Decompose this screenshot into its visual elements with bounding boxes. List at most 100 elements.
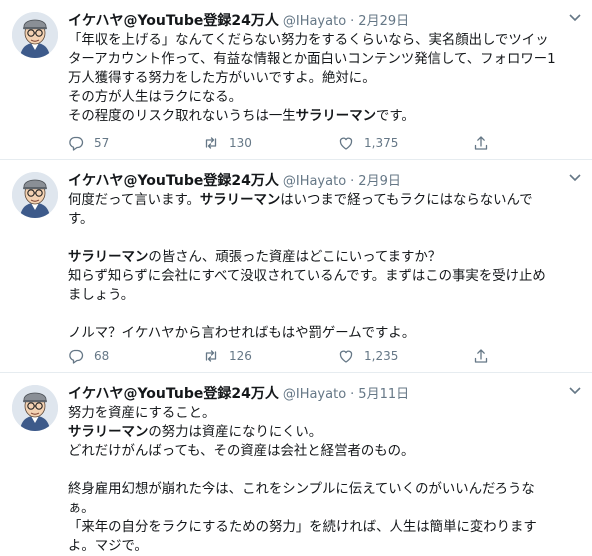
tweet-text: 何度だって言います。サラリーマンはいつまで経ってもラクにはならないんで す。 サラリ… bbox=[68, 191, 580, 343]
tweet-text-line: サラリーマンの努力は資産になりにくい。 bbox=[68, 423, 580, 442]
retweet-count: 130 bbox=[229, 136, 252, 150]
text-segment: よ。マジで。 bbox=[68, 539, 148, 554]
tweet-text-line: ましょう。 bbox=[68, 286, 580, 305]
like-count: 1,235 bbox=[364, 349, 399, 363]
tweet-date[interactable]: 2月29日 bbox=[358, 10, 409, 29]
tweet-text-line: ターアカウント作って、有益な情報とか面白いコンテンツ発信して、フォロワー1 bbox=[68, 50, 580, 69]
text-segment: 終身雇用幻想が崩れた今は、これをシンプルに伝えていくのがいいんだろうな bbox=[68, 482, 535, 497]
text-segment: その方が人生はラクになる。 bbox=[68, 90, 243, 105]
text-segment: の皆さん、頑張った資産はどこにいってますか？ bbox=[148, 250, 442, 265]
tweet-text-line: 努力を資産にすること。 bbox=[68, 404, 580, 423]
tweet-text-line: その程度のリスク取れないうちは一生サラリーマンです。 bbox=[68, 107, 580, 126]
chevron-down-icon[interactable] bbox=[568, 172, 582, 182]
avatar-illustration bbox=[12, 12, 58, 58]
tweet-text-line: 何度だって言います。サラリーマンはいつまで経ってもラクにはならないんで bbox=[68, 191, 580, 210]
author-name[interactable]: イケハヤ@YouTube登録24万人 bbox=[68, 383, 279, 403]
like-button[interactable]: 1,235 bbox=[338, 348, 473, 364]
text-segment: の努力は資産になりにくい。 bbox=[148, 425, 323, 440]
text-segment: はいつまで経ってもラクにはならないんで bbox=[280, 193, 533, 208]
retweet-count: 126 bbox=[229, 349, 252, 363]
text-segment: 「年収を上げる」なんてくだらない努力をするくらいなら、実名顔出しでツイッ bbox=[68, 33, 549, 48]
reply-count: 68 bbox=[94, 349, 110, 363]
share-icon bbox=[474, 349, 488, 363]
share-button[interactable] bbox=[473, 135, 499, 151]
separator-dot: · bbox=[350, 387, 355, 402]
tweet[interactable]: イケハヤ@YouTube登録24万人 @IHayato · 2月9日 何度だって… bbox=[0, 160, 592, 373]
tweet-date[interactable]: 2月9日 bbox=[358, 170, 401, 189]
retweet-icon bbox=[205, 137, 217, 149]
retweet-button[interactable]: 130 bbox=[203, 135, 338, 151]
tweet-text-line bbox=[68, 461, 580, 480]
avatar-illustration bbox=[12, 385, 58, 431]
author-handle[interactable]: @IHayato bbox=[283, 387, 346, 402]
reply-button[interactable]: 57 bbox=[68, 135, 203, 151]
tweet-text-line: よ。マジで。 bbox=[68, 537, 580, 556]
tweet-text-line: ぁ。 bbox=[68, 499, 580, 518]
text-segment: 万人獲得する努力をした方がいいですよ。絶対に。 bbox=[68, 71, 376, 86]
separator-dot: · bbox=[350, 14, 355, 29]
tweet-text-line: どれだけがんばっても、その資産は会社と経営者のもの。 bbox=[68, 442, 580, 461]
share-icon bbox=[474, 136, 488, 150]
highlighted-keyword: サラリーマン bbox=[68, 250, 149, 265]
text-segment: ぁ。 bbox=[68, 501, 95, 516]
retweet-button[interactable]: 126 bbox=[203, 348, 338, 364]
text-segment: 何度だって言います。 bbox=[68, 193, 200, 208]
text-segment: ノルマ？イケハヤから言わせればもはや罰ゲームですよ。 bbox=[68, 326, 416, 341]
reply-button[interactable]: 68 bbox=[68, 348, 203, 364]
text-segment: です。 bbox=[375, 109, 415, 124]
text-segment: その程度のリスク取れないうちは一生 bbox=[68, 109, 296, 124]
text-segment: 「来年の自分をラクにするための努力」を続ければ、人生は簡単に変わります bbox=[68, 520, 537, 535]
author-handle[interactable]: @IHayato bbox=[283, 174, 346, 189]
share-button[interactable] bbox=[473, 348, 499, 364]
avatar[interactable] bbox=[12, 385, 58, 431]
chevron-down-icon[interactable] bbox=[568, 385, 582, 395]
tweet-header: イケハヤ@YouTube登録24万人 @IHayato · 2月29日 bbox=[68, 10, 580, 30]
highlighted-keyword: サラリーマン bbox=[199, 193, 281, 208]
reply-icon bbox=[69, 349, 84, 364]
tweet-text-line: 万人獲得する努力をした方がいいですよ。絶対に。 bbox=[68, 69, 580, 88]
tweet-text-line: 終身雇用幻想が崩れた今は、これをシンプルに伝えていくのがいいんだろうな bbox=[68, 480, 580, 499]
reply-count: 57 bbox=[94, 136, 110, 150]
author-name[interactable]: イケハヤ@YouTube登録24万人 bbox=[68, 10, 279, 30]
retweet-icon bbox=[205, 350, 217, 362]
text-segment: ターアカウント作って、有益な情報とか面白いコンテンツ発信して、フォロワー1 bbox=[68, 52, 556, 67]
tweet-header: イケハヤ@YouTube登録24万人 @IHayato · 2月9日 bbox=[68, 170, 580, 190]
text-segment: どれだけがんばっても、その資産は会社と経営者のもの。 bbox=[68, 444, 415, 459]
tweet-actions: 57 130 1,375 bbox=[68, 133, 508, 153]
tweet-text-line: す。 bbox=[68, 210, 580, 229]
tweet-text-line: その方が人生はラクになる。 bbox=[68, 88, 580, 107]
avatar-illustration bbox=[12, 172, 58, 218]
chevron-down-icon[interactable] bbox=[568, 12, 582, 22]
tweet-date[interactable]: 5月11日 bbox=[358, 383, 409, 402]
tweet-text-line: 「年収を上げる」なんてくだらない努力をするくらいなら、実名顔出しでツイッ bbox=[68, 31, 580, 50]
tweet-text: 「年収を上げる」なんてくだらない努力をするくらいなら、実名顔出しでツイッ ターアカ… bbox=[68, 31, 580, 126]
author-name[interactable]: イケハヤ@YouTube登録24万人 bbox=[68, 170, 279, 190]
text-segment: ましょう。 bbox=[68, 288, 135, 303]
separator-dot: · bbox=[350, 174, 355, 189]
like-count: 1,375 bbox=[364, 136, 399, 150]
like-button[interactable]: 1,375 bbox=[338, 135, 473, 151]
tweet-text-line: ノルマ？イケハヤから言わせればもはや罰ゲームですよ。 bbox=[68, 324, 580, 343]
tweet-text-line: 「来年の自分をラクにするための努力」を続ければ、人生は簡単に変わります bbox=[68, 518, 580, 537]
tweet-text-line: 知らず知らずに会社にすべて没収されているんです。まずはこの事実を受け止め bbox=[68, 267, 580, 286]
reply-icon bbox=[69, 136, 84, 151]
heart-icon bbox=[339, 137, 353, 150]
text-segment: 知らず知らずに会社にすべて没収されているんです。まずはこの事実を受け止め bbox=[68, 269, 546, 284]
tweet-text: 努力を資産にすること。 サラリーマンの努力は資産になりにくい。 どれだけがんばっても… bbox=[68, 404, 580, 556]
tweet-actions: 68 126 1,235 bbox=[68, 346, 508, 366]
tweet-text-line: サラリーマンの皆さん、頑張った資産はどこにいってますか？ bbox=[68, 248, 580, 267]
avatar[interactable] bbox=[12, 172, 58, 218]
tweet[interactable]: イケハヤ@YouTube登録24万人 @IHayato · 5月11日 努力を資… bbox=[0, 373, 592, 554]
text-segment: す。 bbox=[68, 212, 94, 227]
author-handle[interactable]: @IHayato bbox=[283, 14, 346, 29]
tweet-text-line bbox=[68, 229, 580, 248]
highlighted-keyword: サラリーマン bbox=[68, 425, 149, 440]
tweet[interactable]: イケハヤ@YouTube登録24万人 @IHayato · 2月29日 「年収を… bbox=[0, 0, 592, 160]
heart-icon bbox=[339, 350, 353, 363]
tweet-header: イケハヤ@YouTube登録24万人 @IHayato · 5月11日 bbox=[68, 383, 580, 403]
highlighted-keyword: サラリーマン bbox=[295, 109, 376, 124]
avatar[interactable] bbox=[12, 12, 58, 58]
tweet-text-line bbox=[68, 305, 580, 324]
text-segment: 努力を資産にすること。 bbox=[68, 406, 216, 421]
tweet-feed: イケハヤ@YouTube登録24万人 @IHayato · 2月29日 「年収を… bbox=[0, 0, 592, 554]
